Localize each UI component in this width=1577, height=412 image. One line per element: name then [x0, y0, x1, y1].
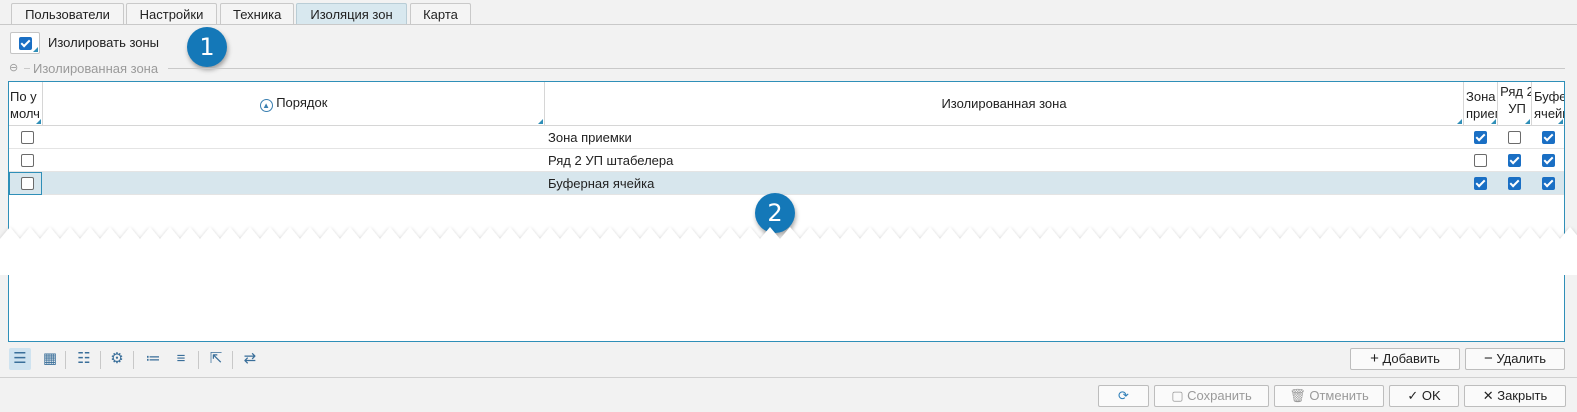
refresh-button[interactable]: ⟳	[1098, 385, 1149, 407]
add-button[interactable]: + Добавить	[1350, 348, 1460, 370]
header-zone[interactable]: Изолированная зона	[545, 82, 1464, 126]
tab-equipment[interactable]: Техника	[220, 3, 294, 24]
export-icon[interactable]: ⇱	[205, 348, 227, 370]
sort-asc-icon[interactable]: ▲	[259, 99, 273, 112]
callout-badge-1: 1	[187, 27, 227, 67]
isolate-zones-checkbox[interactable]	[19, 37, 32, 50]
swap-icon[interactable]: ⇄	[239, 348, 261, 370]
trash-icon: 🗑	[1289, 388, 1306, 403]
list-view-icon[interactable]: ☰	[9, 348, 31, 370]
section-line-left	[24, 68, 30, 69]
torn-edge-effect	[0, 227, 1577, 275]
cancel-button[interactable]: 🗑 Отменить	[1274, 385, 1384, 407]
table-view-icon[interactable]: ▦	[39, 348, 61, 370]
close-icon: ✕	[1482, 388, 1494, 403]
section-title: Изолированная зона	[33, 61, 159, 76]
table-row[interactable]: Зона приемки	[9, 126, 1564, 149]
table-row-selected[interactable]: Буферная ячейка	[9, 172, 1564, 195]
corner-marker	[33, 47, 38, 52]
row-order[interactable]	[48, 149, 538, 171]
tab-settings[interactable]: Настройки	[126, 3, 217, 24]
row-order[interactable]	[48, 172, 538, 194]
close-button[interactable]: ✕ Закрыть	[1464, 385, 1566, 407]
row-default-checkbox[interactable]	[21, 131, 34, 144]
delete-button[interactable]: − Удалить	[1465, 348, 1565, 370]
section-line-right	[168, 68, 1565, 69]
table-row[interactable]: Ряд 2 УП штабелера	[9, 149, 1564, 172]
save-icon: ▢	[1171, 388, 1184, 403]
header-zone-label: Изолированная зона	[941, 96, 1067, 111]
row-col-buffer-checkbox[interactable]	[1542, 177, 1555, 190]
row-col-receiving-checkbox[interactable]	[1474, 177, 1487, 190]
row-default-checkbox[interactable]	[21, 154, 34, 167]
row-order[interactable]	[48, 126, 538, 148]
footer-divider	[0, 377, 1577, 378]
collapse-icon[interactable]: ⊖	[9, 62, 22, 75]
row-col-receiving-checkbox[interactable]	[1474, 154, 1487, 167]
row-col-row2-checkbox[interactable]	[1508, 131, 1521, 144]
header-col-buffer[interactable]: Буферная ячейка	[1532, 82, 1564, 126]
tab-divider	[0, 24, 1577, 25]
header-order-label: Порядок	[276, 95, 328, 110]
filter-icon[interactable]: ☷	[73, 348, 95, 370]
tab-map[interactable]: Карта	[410, 3, 471, 24]
tab-zone-isolation[interactable]: Изоляция зон	[296, 3, 407, 24]
toolbar-separator	[100, 351, 101, 369]
check-icon: ✓	[1407, 388, 1419, 403]
isolate-zones-checkbox-frame[interactable]	[10, 32, 40, 54]
add-list-icon[interactable]: ≡	[170, 348, 192, 370]
row-col-receiving-checkbox[interactable]	[1474, 131, 1487, 144]
toolbar-separator	[133, 351, 134, 369]
header-col-receiving[interactable]: Зона приемки	[1464, 82, 1498, 126]
row-zone-name: Зона приемки	[548, 130, 632, 145]
header-order[interactable]: ▲ Порядок	[43, 82, 545, 126]
row-zone-name: Ряд 2 УП штабелера	[548, 153, 674, 168]
header-default[interactable]: По умолчанию	[9, 82, 43, 126]
save-button[interactable]: ▢ Сохранить	[1154, 385, 1269, 407]
ok-button[interactable]: ✓ OK	[1389, 385, 1459, 407]
plus-icon: +	[1370, 350, 1379, 367]
row-col-row2-checkbox[interactable]	[1508, 177, 1521, 190]
toolbar-separator	[65, 351, 66, 369]
settings-icon[interactable]: ⚙	[106, 348, 128, 370]
minus-icon: −	[1483, 350, 1493, 367]
toolbar-separator	[232, 351, 233, 369]
toolbar-separator	[198, 351, 199, 369]
row-col-buffer-checkbox[interactable]	[1542, 131, 1555, 144]
row-col-row2-checkbox[interactable]	[1508, 154, 1521, 167]
isolate-zones-label: Изолировать зоны	[48, 35, 160, 50]
refresh-icon: ⟳	[1118, 388, 1129, 403]
row-col-buffer-checkbox[interactable]	[1542, 154, 1555, 167]
header-col-row2[interactable]: Ряд 2 УП	[1498, 82, 1532, 126]
tab-users[interactable]: Пользователи	[11, 3, 124, 24]
row-zone-name: Буферная ячейка	[548, 176, 655, 191]
row-default-checkbox[interactable]	[21, 177, 34, 190]
grid-continuation	[8, 275, 1565, 342]
numbered-list-icon[interactable]: ≔	[142, 348, 164, 370]
